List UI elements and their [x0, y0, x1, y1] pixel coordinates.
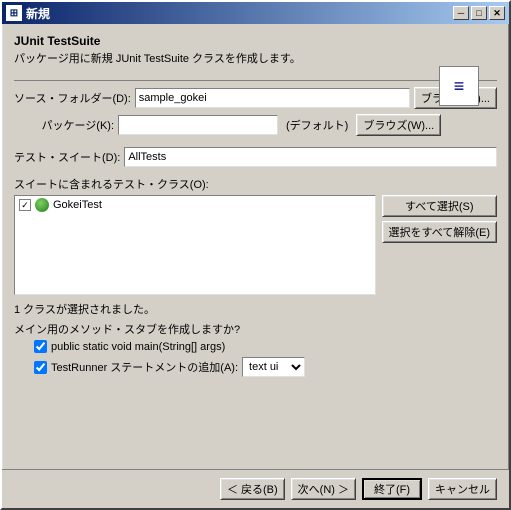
- wizard-header: JUnit TestSuite パッケージ用に新規 JUnit TestSuit…: [14, 34, 497, 66]
- item-name: GokeiTest: [53, 199, 102, 211]
- select-all-button[interactable]: すべて選択(S): [382, 195, 497, 217]
- class-list-box[interactable]: ✓ GokeiTest: [14, 195, 376, 295]
- list-item[interactable]: ✓ GokeiTest: [15, 196, 375, 214]
- source-folder-label: ソース・フォルダー(D):: [14, 90, 131, 106]
- source-folder-input[interactable]: [135, 88, 410, 108]
- package-row: パッケージ(K): (デフォルト) ブラウズ(W)...: [14, 114, 497, 136]
- main-window: ⊞ 新規 ─ □ ✕ JUnit TestSuite パッケージ用に新規 JUn…: [0, 0, 511, 510]
- window-title: 新規: [26, 5, 453, 22]
- item-checkbox[interactable]: ✓: [19, 199, 31, 211]
- public-static-checkbox[interactable]: [34, 340, 47, 353]
- header-section: JUnit TestSuite パッケージ用に新規 JUnit TestSuit…: [14, 34, 497, 74]
- package-input[interactable]: [118, 115, 278, 135]
- back-button[interactable]: ＜ 戻る(B): [220, 478, 285, 500]
- close-button[interactable]: ✕: [489, 6, 505, 20]
- list-buttons: すべて選択(S) 選択をすべて解除(E): [382, 195, 497, 295]
- status-text: 1 クラスが選択されました。: [14, 301, 497, 317]
- finish-button[interactable]: 終了(F): [362, 478, 422, 500]
- list-area: ✓ GokeiTest すべて選択(S) 選択をすべて解除(E): [14, 195, 497, 295]
- testrunner-checkbox[interactable]: [34, 361, 47, 374]
- maximize-button[interactable]: □: [471, 6, 487, 20]
- item-icon: [35, 198, 49, 212]
- deselect-all-button[interactable]: 選択をすべて解除(E): [382, 221, 497, 243]
- main-method-label: メイン用のメソッド・スタブを作成しますか?: [14, 321, 497, 337]
- public-static-label: public static void main(String[] args): [51, 341, 225, 353]
- test-suite-row: テスト・スイート(D):: [14, 147, 497, 167]
- package-hint: (デフォルト): [282, 117, 352, 133]
- bottom-bar: ＜ 戻る(B) 次へ(N) ＞ 終了(F) キャンセル: [2, 469, 509, 508]
- content-area: JUnit TestSuite パッケージ用に新規 JUnit TestSuit…: [2, 24, 509, 469]
- window-controls: ─ □ ✕: [453, 6, 505, 20]
- test-suite-input[interactable]: [124, 147, 497, 167]
- class-list-label: スイートに含まれるテスト・クラス(O):: [14, 176, 497, 192]
- wizard-icon-symbol: ≡: [454, 76, 465, 97]
- header-divider: [14, 80, 497, 81]
- cancel-button[interactable]: キャンセル: [428, 478, 497, 500]
- next-button[interactable]: 次へ(N) ＞: [291, 478, 356, 500]
- wizard-title: JUnit TestSuite: [14, 34, 497, 48]
- testrunner-select[interactable]: text ui swingui awtui: [242, 357, 305, 377]
- window-icon: ⊞: [6, 5, 22, 21]
- package-label: パッケージ(K):: [14, 117, 114, 133]
- public-static-row: public static void main(String[] args): [34, 340, 497, 353]
- source-folder-row: ソース・フォルダー(D): ブラウズ(O)...: [14, 87, 497, 109]
- test-suite-label: テスト・スイート(D):: [14, 149, 120, 165]
- testrunner-label: TestRunner ステートメントの追加(A):: [51, 359, 238, 375]
- testrunner-row: TestRunner ステートメントの追加(A): text ui swingu…: [34, 357, 497, 377]
- title-bar: ⊞ 新規 ─ □ ✕: [2, 2, 509, 24]
- minimize-button[interactable]: ─: [453, 6, 469, 20]
- wizard-icon: ≡: [439, 66, 479, 106]
- browse2-button[interactable]: ブラウズ(W)...: [356, 114, 441, 136]
- wizard-description: パッケージ用に新規 JUnit TestSuite クラスを作成します。: [14, 50, 497, 66]
- options-section: メイン用のメソッド・スタブを作成しますか? public static void…: [14, 321, 497, 381]
